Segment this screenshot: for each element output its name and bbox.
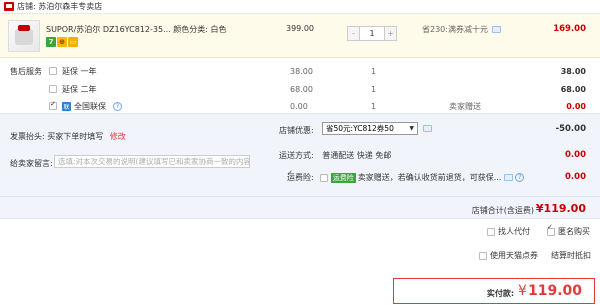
service-qty: 1 [371,84,377,94]
invoice-label: 发票抬头: [10,132,45,141]
service-row: 售后服务 延保 一年 38.00 1 38.00 [0,62,600,80]
cart-item-row: SUPOR/苏泊尔 DZ16YC812-35... 颜色分类: 白色 7 ⊕ ▭… [0,14,600,58]
invoice-value: 买家下单时填写 [47,132,104,141]
discount-info-icon[interactable] [491,26,501,33]
service-price: 68.00 [290,84,313,94]
payment-total-box: 实付款: ¥ 119.00 [393,278,595,304]
insurance-row: 运费险: 运费险 卖家赠送，若确认收货前退货，可获保... ? [287,172,525,183]
credit-card-icon: ▭ [68,37,78,47]
shop-name[interactable]: 店铺: 苏泊尔森丰专卖店 [17,1,102,12]
insurance-info-icon[interactable] [504,174,514,181]
item-subtotal: 169.00 [553,24,586,34]
service-price: 0.00 [290,101,308,111]
store-coupon-select[interactable]: 省50元:YC812券50 ▼ [322,122,418,135]
insurance-amount: 0.00 [565,172,586,182]
service-checkbox[interactable] [49,85,57,93]
service-name: 联 全国联保 ? [62,101,122,112]
decrease-quantity-button[interactable]: - [348,27,360,40]
order-details-panel: 发票抬头: 买家下单时填写 修改 给卖家留言: 选填:对本次交易的说明(建议填写… [0,113,600,219]
anonymous-option[interactable]: 匿名购买 [547,226,590,237]
service-note: 卖家赠送 [449,101,481,111]
store-total-label: 店铺合计(含运费) [471,206,534,215]
quantity-input[interactable]: 1 [360,27,384,40]
payment-value: 119.00 [527,283,582,299]
store-discount-amount: -50.00 [555,124,586,134]
increase-quantity-button[interactable]: + [384,27,396,40]
proxy-pay-option[interactable]: 找人代付 [487,226,530,237]
insurance-tag: 运费险 [330,172,356,183]
store-total-value: ¥119.00 [535,202,586,215]
discount-text: 省230:满券减十元 [422,25,488,34]
service-qty: 1 [371,66,377,76]
guarantee-icon: ⊕ [57,37,67,47]
points-options-row: 使用天猫点券 结算时抵扣 [0,246,600,264]
seller-message-input[interactable]: 选填:对本次交易的说明(建议填写已和卖家协商一致的内容) [54,155,250,168]
shipping-label: 运送方式: [279,151,314,160]
invoice-edit-link[interactable]: 修改 [110,132,126,141]
service-row: 延保 二年 68.00 1 68.00 [0,80,600,98]
warranty-icon: 联 [62,101,71,111]
seven-day-return-icon: 7 [46,37,56,47]
settle-later-label: 结算时抵扣 [551,251,591,260]
service-qty: 1 [371,101,377,111]
service-total: 0.00 [566,101,586,111]
anonymous-checkbox[interactable] [547,227,555,236]
service-total: 68.00 [560,84,586,94]
shipping-amount: 0.00 [565,150,586,160]
chevron-down-icon: ▼ [409,125,414,132]
payment-options-row: 找人代付 匿名购买 [0,222,600,240]
tmall-points-option[interactable]: 使用天猫点券 [479,250,538,261]
service-price: 38.00 [290,66,313,76]
unit-price: 399.00 [286,24,314,33]
proxy-pay-checkbox[interactable] [487,227,495,236]
tmall-points-label: 使用天猫点券 [490,251,538,260]
payment-currency: ¥ [518,283,527,299]
help-icon[interactable]: ? [515,173,525,182]
settle-later-text: 结算时抵扣 [551,250,591,261]
tmall-points-checkbox[interactable] [479,251,487,260]
service-name: 延保 一年 [62,66,97,76]
message-label: 给卖家留言: [10,159,53,168]
help-icon[interactable]: ? [113,101,122,111]
payment-label: 实付款: [486,288,515,298]
service-category-label: 售后服务 [10,66,42,76]
shipping-row: 运送方式: 普通配送 快递 免邮 [279,150,391,161]
store-discount-label: 店铺优惠: [279,126,314,135]
shop-header: 店铺: 苏泊尔森丰专卖店 [0,0,600,14]
product-title[interactable]: SUPOR/苏泊尔 DZ16YC812-35... 颜色分类: 白色 [46,24,226,35]
store-coupon-selected: 省50元:YC812券50 [326,124,394,133]
store-total-row: 店铺合计(含运费) ¥119.00 [0,196,600,220]
service-checkbox[interactable] [49,67,57,75]
coupon-info-icon[interactable] [423,125,432,132]
insurance-checkbox[interactable] [319,173,328,182]
shop-icon [4,2,14,11]
invoice-row: 发票抬头: 买家下单时填写 修改 [10,131,126,142]
anonymous-label: 匿名购买 [558,227,590,236]
product-badges: 7 ⊕ ▭ [46,37,78,47]
quantity-stepper: - 1 + [347,26,397,41]
service-name-text: 全国联保 [74,101,106,111]
item-discount: 省230:满券减十元 [422,24,501,35]
service-total: 38.00 [560,66,586,76]
shipping-method[interactable]: 普通配送 快递 免邮 [322,151,391,160]
product-thumbnail[interactable] [8,20,40,52]
proxy-pay-label: 找人代付 [498,227,530,236]
service-checkbox[interactable] [49,100,57,110]
service-name: 延保 二年 [62,84,97,94]
insurance-text: 卖家赠送，若确认收货前退货，可获保... [357,173,502,182]
